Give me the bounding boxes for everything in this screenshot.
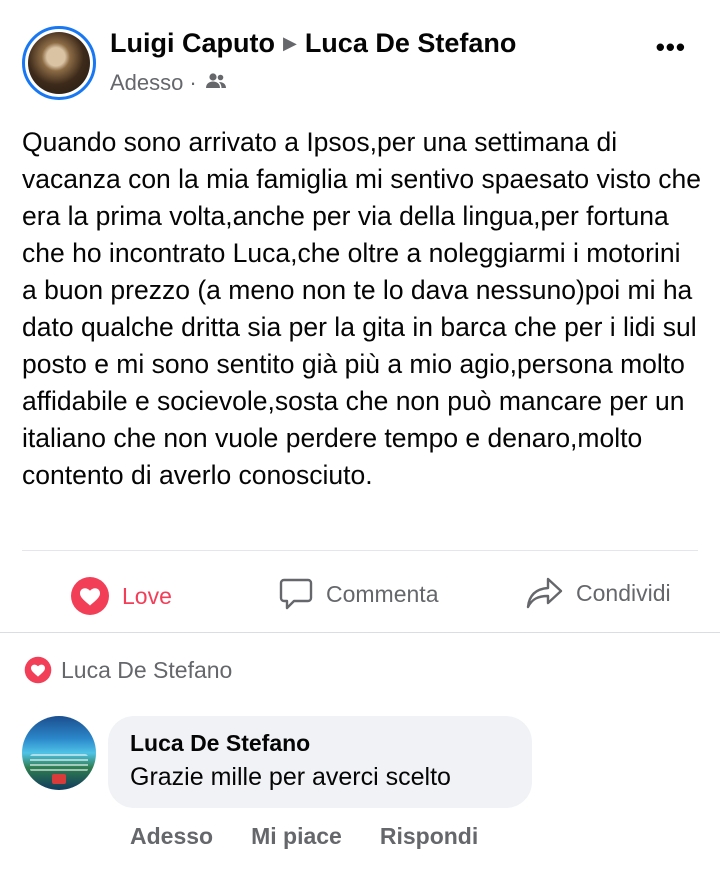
recipient-name[interactable]: Luca De Stefano: [305, 28, 517, 58]
comment-actions: Adesso Mi piace Rispondi: [130, 823, 516, 850]
author-name[interactable]: Luigi Caputo: [110, 28, 275, 58]
divider: [22, 550, 698, 551]
share-button[interactable]: Condividi: [526, 576, 671, 610]
comment-like-button[interactable]: Mi piace: [251, 823, 342, 850]
comment-bubble: Luca De Stefano Grazie mille per averci …: [108, 716, 532, 808]
post-header: Luigi Caputo ▶ Luca De Stefano Adesso · •••: [22, 26, 698, 102]
comment-reply-button[interactable]: Rispondi: [380, 823, 478, 850]
comment-label: Commenta: [326, 580, 439, 607]
post-actions: Love Commenta Condividi: [0, 556, 720, 632]
share-arrow-icon: [526, 576, 564, 610]
section-divider: [0, 632, 720, 633]
friends-icon[interactable]: [205, 70, 227, 96]
love-button[interactable]: Love: [70, 576, 172, 616]
comment-button[interactable]: Commenta: [278, 576, 438, 612]
post-meta: Adesso ·: [110, 70, 227, 96]
heart-icon: [24, 656, 52, 684]
commenter-avatar[interactable]: [22, 716, 96, 790]
post-time[interactable]: Adesso: [110, 70, 183, 96]
reaction-summary[interactable]: Luca De Stefano: [24, 656, 232, 684]
separator-dot: ·: [189, 70, 197, 95]
share-label: Condividi: [576, 579, 671, 606]
arrow-right-icon: ▶: [282, 33, 297, 53]
more-options-button[interactable]: •••: [656, 32, 686, 63]
comment-time[interactable]: Adesso: [130, 823, 213, 850]
post-title: Luigi Caputo ▶ Luca De Stefano: [110, 28, 516, 59]
reaction-user-name: Luca De Stefano: [61, 656, 233, 683]
heart-icon: [70, 576, 110, 616]
love-label: Love: [122, 582, 172, 609]
author-avatar-image: [28, 32, 90, 94]
author-avatar[interactable]: [22, 26, 96, 100]
post-text: Quando sono arrivato a Ipsos,per una set…: [22, 127, 702, 490]
comment-text: Grazie mille per averci scelto: [130, 763, 451, 791]
comment-author[interactable]: Luca De Stefano: [130, 730, 510, 757]
comment-bubble-icon: [278, 576, 314, 612]
